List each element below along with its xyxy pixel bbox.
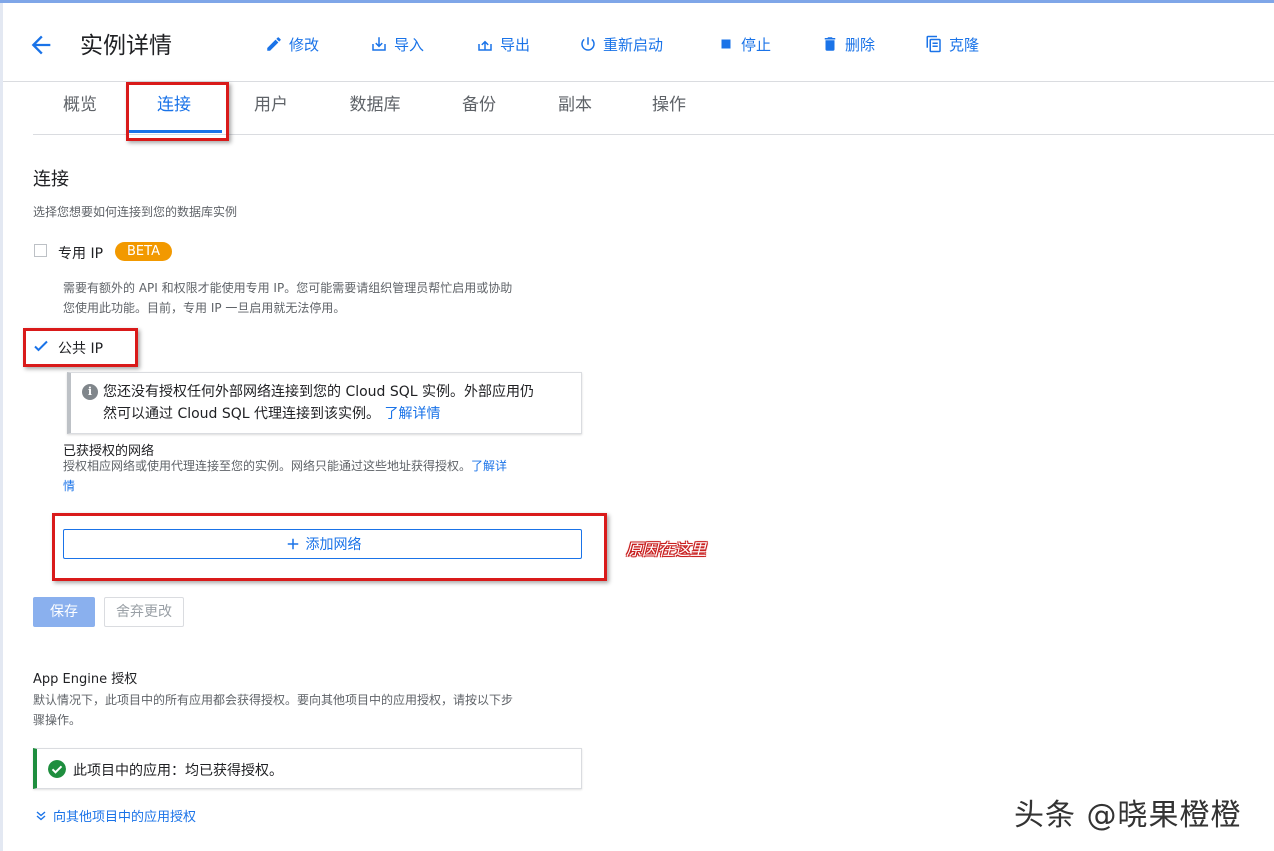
clone-label: 克隆: [949, 35, 980, 54]
public-ip-label: 公共 IP: [58, 341, 104, 357]
annotation-text: 原因在这里: [626, 540, 707, 559]
trash-icon: [824, 37, 836, 51]
learn-more-link[interactable]: 了解详情: [385, 406, 441, 422]
save-button[interactable]: 保存: [33, 597, 95, 627]
app-engine-status: 此项目中的应用：均已获得授权。: [33, 748, 582, 789]
tab-replicas[interactable]: 副本: [557, 82, 593, 132]
plus-icon: [287, 538, 298, 550]
restart-button[interactable]: 重新启动: [579, 33, 663, 55]
info-notice: i 您还没有授权任何外部网络连接到您的 Cloud SQL 实例。外部应用仍 然…: [67, 372, 582, 434]
beta-badge: BETA: [115, 242, 172, 261]
delete-button[interactable]: 删除: [821, 33, 875, 55]
authorized-networks-learn-more-link[interactable]: 了解详: [471, 459, 507, 473]
app-engine-status-text: 此项目中的应用：均已获得授权。: [73, 763, 283, 779]
discard-changes-button[interactable]: 舍弃更改: [104, 597, 184, 627]
stop-button[interactable]: 停止: [717, 33, 771, 55]
tab-backups[interactable]: 备份: [461, 82, 497, 132]
chevron-double-down-icon: [36, 810, 46, 820]
edit-button[interactable]: 修改: [265, 33, 319, 55]
page-title: 实例详情: [80, 33, 172, 59]
private-ip-desc-2: 您使用此功能。目前，专用 IP 一旦启用就无法停用。: [63, 301, 346, 315]
private-ip-desc-1: 需要有额外的 API 和权限才能使用专用 IP。您可能需要请组织管理员帮忙启用或…: [63, 281, 513, 295]
app-engine-title: App Engine 授权: [33, 672, 138, 687]
info-line-1: 您还没有授权任何外部网络连接到您的 Cloud SQL 实例。外部应用仍: [103, 384, 535, 400]
public-ip-checkbox[interactable]: [33, 338, 49, 354]
tab-operations[interactable]: 操作: [651, 82, 687, 132]
authorized-networks-desc: 授权相应网络或使用代理连接至您的实例。网络只能通过这些地址获得授权。了解详: [63, 456, 507, 476]
info-line-2: 然可以通过 Cloud SQL 代理连接到该实例。: [103, 406, 381, 422]
import-button[interactable]: 导入: [370, 33, 424, 55]
private-ip-checkbox[interactable]: [34, 244, 47, 257]
restart-label: 重新启动: [603, 35, 664, 54]
private-ip-label: 专用 IP: [58, 246, 104, 262]
info-notice-text: 您还没有授权任何外部网络连接到您的 Cloud SQL 实例。外部应用仍 然可以…: [103, 381, 573, 425]
authorized-networks-learn-more-link-2[interactable]: 情: [63, 479, 75, 493]
authorized-networks-desc-text: 授权相应网络或使用代理连接至您的实例。网络只能通过这些地址获得授权。: [63, 459, 472, 473]
clone-button[interactable]: 克隆: [925, 33, 979, 55]
stop-label: 停止: [741, 35, 772, 54]
import-label: 导入: [394, 35, 425, 54]
stop-icon: [721, 39, 731, 49]
import-icon: [372, 37, 386, 51]
app-engine-desc-2: 骤操作。: [33, 713, 82, 727]
info-icon: i: [82, 384, 98, 400]
delete-label: 删除: [845, 35, 876, 54]
add-network-button[interactable]: 添加网络: [63, 529, 582, 559]
check-circle-icon: [48, 760, 66, 778]
authorize-other-projects-link[interactable]: 向其他项目中的应用授权: [35, 806, 196, 825]
export-icon: [478, 40, 492, 51]
power-icon: [581, 37, 595, 51]
edit-icon: [267, 37, 281, 51]
tab-databases[interactable]: 数据库: [348, 82, 402, 132]
left-edge: [0, 3, 3, 851]
authorized-networks-desc-2: 情: [63, 476, 75, 496]
tab-bar: 概览 连接 用户 数据库 备份 副本 操作: [33, 82, 1274, 135]
clone-icon: [926, 35, 941, 53]
export-button[interactable]: 导出: [476, 33, 530, 55]
tab-users[interactable]: 用户: [253, 82, 289, 132]
header: 实例详情 修改 导入 导出 重新启动 停止 删除 克隆: [3, 3, 1274, 82]
tab-connections[interactable]: 连接: [126, 82, 222, 133]
section-title: 连接: [33, 169, 69, 190]
back-arrow-icon[interactable]: [27, 31, 55, 59]
watermark: 头条 @晓果橙橙: [1014, 798, 1242, 833]
add-network-label: 添加网络: [305, 537, 362, 553]
app-engine-desc-1: 默认情况下，此项目中的所有应用都会获得授权。要向其他项目中的应用授权，请按以下步: [33, 693, 514, 707]
section-subtitle: 选择您想要如何连接到您的数据库实例: [33, 205, 238, 219]
export-label: 导出: [500, 35, 531, 54]
edit-label: 修改: [289, 35, 320, 54]
authorize-other-projects-label: 向其他项目中的应用授权: [53, 810, 197, 825]
tab-overview[interactable]: 概览: [62, 82, 98, 132]
